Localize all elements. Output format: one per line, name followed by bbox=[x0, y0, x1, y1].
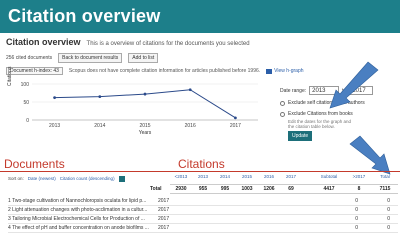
document-total: 0 bbox=[387, 207, 390, 213]
document-year: 2017 bbox=[158, 198, 170, 204]
year-column-header bbox=[302, 174, 312, 183]
document-title-link[interactable]: 4 The effect of pH and buffer concentrat… bbox=[8, 225, 158, 231]
document-row: 1 Two-stage cultivation of Nannochlorops… bbox=[8, 197, 398, 206]
year-column-header[interactable]: 2014 bbox=[214, 174, 236, 183]
year-column-header[interactable]: Total bbox=[372, 174, 398, 183]
totals-label: Total bbox=[150, 186, 162, 192]
total-cell: 4417 bbox=[323, 186, 335, 192]
total-cell: 1206 bbox=[263, 186, 275, 192]
document-total: 0 bbox=[387, 216, 390, 222]
document-title-link[interactable]: 3 Tailoring Microbial Electrochemical Ce… bbox=[8, 216, 158, 222]
document-year: 2017 bbox=[158, 207, 170, 213]
year-column-header[interactable]: 2017 bbox=[280, 174, 302, 183]
document-subtotal: 0 bbox=[355, 225, 358, 231]
year-column-header[interactable]: Subtotal bbox=[312, 174, 346, 183]
document-title-link[interactable]: 1 Two-stage cultivation of Nannochlorops… bbox=[8, 198, 158, 204]
document-title-link[interactable]: 2 Light attenuation changes with photo-a… bbox=[8, 207, 158, 213]
documents-heading: Documents bbox=[4, 157, 65, 171]
export-icon[interactable] bbox=[118, 175, 125, 182]
document-row: 4 The effect of pH and buffer concentrat… bbox=[8, 224, 398, 233]
total-cell: 2930 bbox=[175, 186, 187, 192]
year-column-header[interactable]: 2015 bbox=[236, 174, 258, 183]
sort-date-link[interactable]: Date (newest) bbox=[28, 176, 56, 181]
document-total: 0 bbox=[387, 198, 390, 204]
sort-count-link[interactable]: Citation count (descending) bbox=[60, 176, 115, 181]
document-subtotal: 0 bbox=[355, 207, 358, 213]
year-column-header[interactable]: 2013 bbox=[192, 174, 214, 183]
document-row: 3 Tailoring Microbial Electrochemical Ce… bbox=[8, 215, 398, 224]
total-cell: 7115 bbox=[379, 186, 391, 192]
year-column-header[interactable]: 2016 bbox=[258, 174, 280, 183]
document-subtotal: 0 bbox=[355, 216, 358, 222]
document-list: 1 Two-stage cultivation of Nannochlorops… bbox=[8, 197, 398, 233]
total-cell: 69 bbox=[288, 186, 294, 192]
total-cell: 1003 bbox=[241, 186, 253, 192]
total-cell: 8 bbox=[357, 186, 361, 192]
arrow-icon-top bbox=[329, 61, 379, 109]
citations-totals-row: Total 2930 955 995 1003 1206 69 4417 8 7115 bbox=[150, 184, 398, 194]
document-row: 2 Light attenuation changes with photo-a… bbox=[8, 206, 398, 215]
year-column-header[interactable]: >2017 bbox=[346, 174, 372, 183]
citations-year-header: <2013 2013 2014 2015 2016 2017 Subtotal >2017 To… bbox=[170, 174, 398, 183]
year-column-header[interactable]: <2013 bbox=[170, 174, 192, 183]
arrow-icon-bottom bbox=[349, 135, 391, 175]
document-total: 0 bbox=[387, 225, 390, 231]
document-subtotal: 0 bbox=[355, 198, 358, 204]
total-cell: 995 bbox=[220, 186, 230, 192]
sort-bar: Sort on: Date (newest) Citation count (d… bbox=[8, 174, 178, 183]
document-year: 2017 bbox=[158, 216, 170, 222]
citations-heading: Citations bbox=[178, 157, 225, 171]
document-year: 2017 bbox=[158, 225, 170, 231]
section-divider bbox=[0, 171, 400, 172]
sort-label: Sort on: bbox=[8, 176, 24, 181]
total-cell: 955 bbox=[198, 186, 208, 192]
